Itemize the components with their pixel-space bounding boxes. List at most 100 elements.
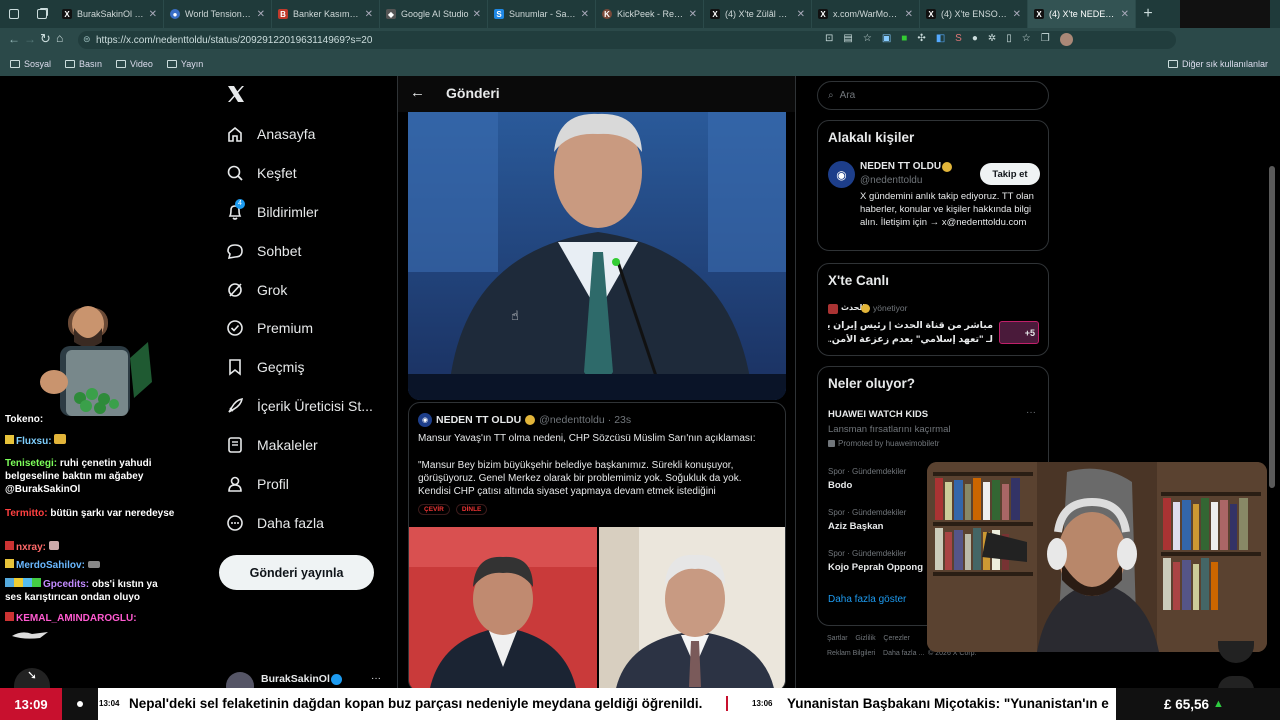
bookmark-folder[interactable]: Yayın (166, 59, 203, 69)
install-icon[interactable]: ⊡ (825, 33, 833, 46)
workspace-icon[interactable] (9, 9, 19, 19)
listen-tag[interactable]: DİNLE (455, 504, 488, 515)
quoted-image-left[interactable] (409, 527, 597, 688)
quoted-post[interactable]: ◉ NEDEN TT OLDU @nedenttoldu · 23s Mansu… (408, 402, 786, 688)
tab-close-icon[interactable]: ✕ (581, 9, 589, 20)
back-arrow-icon[interactable]: ← (410, 84, 425, 101)
live-title[interactable]: مباشر من قناة الحدث | رئيس إيران يدعو (828, 320, 993, 331)
browser-tab[interactable]: B Banker Kasım aydınl ✕ (272, 0, 380, 28)
more-dots-icon[interactable]: ··· (1026, 407, 1036, 418)
translate-tag[interactable]: ÇEVİR (418, 504, 450, 515)
browser-tab[interactable]: ◆ Google AI Studio ✕ (380, 0, 488, 28)
browser-tab-bar: X BurakSakinOl (@bu ✕ ● World Tension Inde ✕… (0, 0, 1280, 56)
emote-icon (54, 434, 67, 444)
footer-link[interactable]: Reklam Bilgileri (827, 650, 875, 657)
extension-icon[interactable]: S (955, 33, 962, 46)
reader-icon[interactable]: ▤ (843, 33, 852, 46)
browser-tab[interactable]: X BurakSakinOl (@bu ✕ (56, 0, 164, 28)
other-bookmarks[interactable]: Diğer sık kullanılanlar (1167, 59, 1268, 69)
tab-favicon-icon: K (602, 9, 612, 19)
post-video[interactable]: ☝ (408, 112, 786, 400)
nav-notifications[interactable]: 4 Bildirimler (226, 199, 318, 223)
browser-tab[interactable]: Xx.com/WarMonitor ✕ (812, 0, 920, 28)
forward-icon[interactable]: → (24, 32, 36, 46)
live-title[interactable]: لـ "تعهد إسلامي" بعدم زعزعة الأمن.. (828, 334, 993, 345)
extensions-puzzle-icon[interactable]: ✲ (988, 33, 996, 46)
tab-favicon-icon: ◆ (386, 9, 396, 19)
tab-close-icon[interactable]: ✕ (149, 9, 157, 20)
footer-link[interactable]: Çerezler (883, 635, 909, 642)
home-icon[interactable]: ⌂ (56, 31, 63, 45)
nav-articles[interactable]: Makaleler (226, 434, 318, 456)
reload-icon[interactable]: ↻ (40, 31, 51, 47)
tab-close-icon[interactable]: ✕ (473, 9, 481, 20)
footer-link[interactable]: Daha fazla ... (883, 650, 924, 657)
tab-close-icon[interactable]: ✕ (905, 9, 913, 20)
x-logo-icon[interactable] (226, 84, 246, 104)
bookmark-folder[interactable]: Sosyal (10, 59, 51, 69)
scrollbar-thumb[interactable] (1269, 166, 1275, 488)
browser-tab[interactable]: X (4) X'te Zülâl Kalkan ✕ (704, 0, 812, 28)
nav-label: Profil (257, 476, 289, 492)
post-button[interactable]: Gönderi yayınla (219, 555, 374, 590)
bookmark-folder[interactable]: Video (116, 59, 153, 69)
show-more-link[interactable]: Daha fazla göster (828, 594, 906, 605)
tab-actions-icon[interactable] (37, 9, 47, 19)
nav-history[interactable]: Geçmiş (226, 356, 304, 378)
nav-creator-studio[interactable]: İçerik Üreticisi St... (226, 395, 373, 417)
browser-tab[interactable]: S Sunumlar - SakinOl ✕ (488, 0, 596, 28)
tab-close-icon[interactable]: ✕ (1013, 9, 1021, 20)
chat-username: Fluxsu: (16, 436, 52, 447)
avatar[interactable]: ◉ (828, 161, 855, 188)
trend-name[interactable]: Kojo Peprah Oppong (828, 562, 923, 573)
nav-more[interactable]: Daha fazla (226, 512, 324, 534)
new-tab-button[interactable]: + (1136, 5, 1160, 23)
split-view-icon[interactable]: ▯ (1006, 33, 1012, 46)
profile-avatar[interactable] (1059, 33, 1073, 46)
footer-link[interactable]: Gizlilik (855, 635, 875, 642)
tab-close-icon[interactable]: ✕ (365, 9, 373, 20)
tab-close-icon[interactable]: ✕ (797, 9, 805, 20)
bookmark-folder[interactable]: Basın (65, 59, 102, 69)
nav-premium[interactable]: Premium (226, 317, 313, 339)
account-switcher[interactable]: BurakSakinOl ··· (226, 670, 386, 688)
browser-tab[interactable]: ● World Tension Inde ✕ (164, 0, 272, 28)
collections-icon[interactable]: ❐ (1041, 33, 1050, 46)
favorites-icon[interactable]: ☆ (1022, 33, 1031, 46)
more-dots-icon[interactable]: ··· (371, 673, 381, 684)
nav-explore[interactable]: Keşfet (226, 162, 297, 184)
chat-message: Gpcedits: obs'i kıstın ya ses karıştırıc… (5, 578, 175, 604)
browser-tab[interactable]: K KickPeek - Real-tim ✕ (596, 0, 704, 28)
trend-name[interactable]: Aziz Başkan (828, 521, 883, 532)
extension-icon[interactable]: ◧ (936, 33, 945, 46)
browser-tab-active[interactable]: X (4) X'te NEDEN TT O ✕ (1028, 0, 1136, 28)
quoted-image-right[interactable] (599, 527, 785, 688)
live-participants[interactable]: +5 (999, 321, 1039, 344)
tab-close-icon[interactable]: ✕ (1121, 9, 1129, 20)
trend-name[interactable]: Bodo (828, 480, 852, 491)
bookmark-star-icon[interactable]: ☆ (863, 33, 872, 46)
floating-action-button[interactable] (1218, 641, 1254, 663)
nav-chat[interactable]: Sohbet (226, 240, 301, 262)
tab-close-icon[interactable]: ✕ (689, 9, 697, 20)
trend-category: Spor · Gündemdekiler (828, 467, 907, 476)
search-input[interactable]: ⌕ Ara (817, 81, 1049, 110)
tab-label: KickPeek - Real-tim (617, 9, 685, 19)
site-info-icon[interactable]: ⊜ (83, 34, 91, 45)
extension-icon[interactable]: ▣ (882, 33, 891, 46)
browser-tab[interactable]: X (4) X'te ENSONHAB ✕ (920, 0, 1028, 28)
extension-icon[interactable]: ■ (901, 33, 907, 46)
ad-title[interactable]: HUAWEI WATCH KIDS (828, 409, 928, 420)
back-icon[interactable]: ← (8, 32, 20, 46)
nav-profile[interactable]: Profil (226, 473, 289, 495)
nav-home[interactable]: Anasayfa (226, 123, 315, 145)
extension-icon[interactable]: ● (972, 33, 978, 46)
extension-icon[interactable]: ✣ (917, 33, 925, 46)
user-name[interactable]: NEDEN TT OLDU (860, 161, 941, 172)
scroll-to-top-button[interactable]: ➘ (14, 668, 50, 688)
scrollbar[interactable] (1268, 76, 1276, 688)
footer-link[interactable]: Şartlar (827, 635, 848, 642)
follow-button[interactable]: Takip et (980, 163, 1040, 185)
nav-grok[interactable]: Grok (226, 279, 287, 301)
tab-close-icon[interactable]: ✕ (257, 9, 265, 20)
